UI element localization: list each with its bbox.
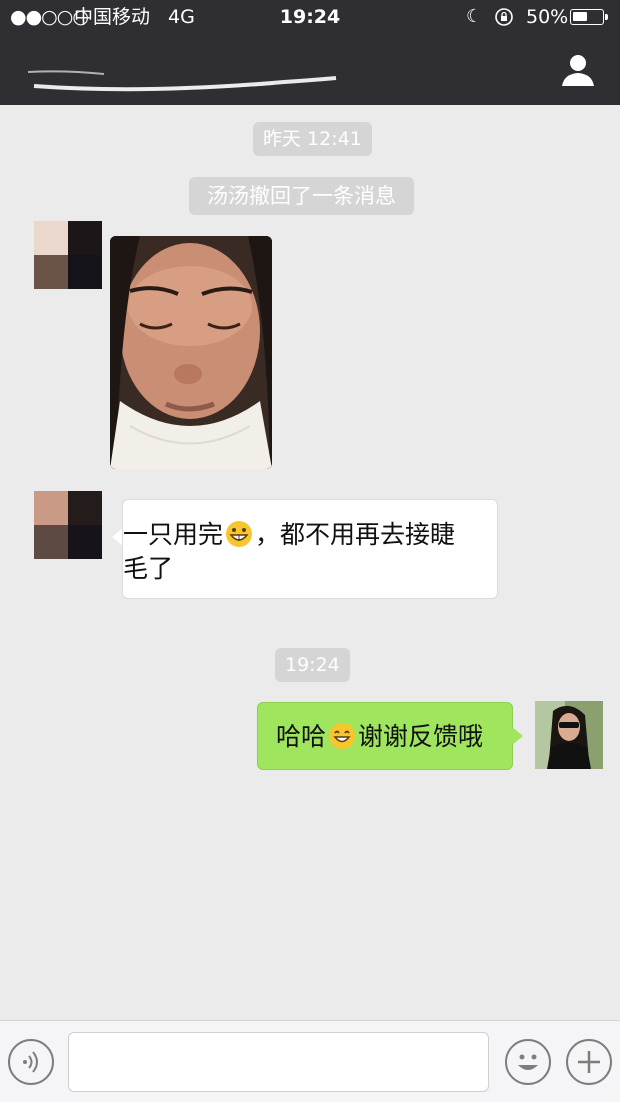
message-text: 哈哈: [276, 722, 327, 751]
self-avatar[interactable]: [535, 701, 603, 769]
recall-notice: 汤汤撤回了一条消息: [189, 177, 414, 215]
chat-screen: ●●○○○ 中国移动 4G 19:24 ☾ 50% 昨天 12:41 汤汤撤回了…: [0, 0, 620, 1102]
incoming-text-message[interactable]: 一只用完 ，都不用再去接睫 毛了: [122, 499, 498, 599]
battery-percent: 50%: [526, 6, 569, 28]
message-text: 一只用完: [123, 520, 224, 549]
chat-area[interactable]: 昨天 12:41 汤汤撤回了一条消息 一只用完 ，都不用再去接睫 毛了 19:2…: [0, 105, 620, 1020]
battery-nub: [605, 14, 608, 20]
battery-icon: [570, 9, 604, 25]
image-message[interactable]: [110, 236, 272, 469]
battery-fill: [573, 12, 587, 21]
contact-avatar[interactable]: [34, 491, 102, 559]
voice-icon: [23, 1051, 38, 1073]
message-text: 毛了: [123, 554, 174, 583]
plus-button[interactable]: [566, 1039, 612, 1085]
timestamp: 19:24: [275, 648, 350, 682]
grinning-emoji-icon: [226, 521, 253, 547]
message-text: 谢谢反馈哦: [358, 722, 484, 751]
portrait-photo: [110, 236, 272, 469]
timestamp: 昨天 12:41: [253, 122, 372, 156]
emoji-button[interactable]: [505, 1039, 551, 1085]
voice-button[interactable]: [8, 1039, 54, 1085]
person-icon[interactable]: [558, 50, 598, 90]
plus-icon: [578, 1051, 600, 1073]
emoji-icon: [518, 1054, 538, 1070]
bubble-tail: [512, 727, 523, 745]
status-bar: ●●○○○ 中国移动 4G 19:24 ☾ 50%: [0, 0, 620, 34]
top-bar: ●●○○○ 中国移动 4G 19:24 ☾ 50%: [0, 0, 620, 105]
input-bar: [0, 1020, 620, 1102]
message-input[interactable]: [68, 1032, 489, 1092]
rotation-lock-icon: [495, 8, 513, 26]
smiling-emoji-icon: [329, 723, 356, 749]
do-not-disturb-icon: ☾: [466, 6, 483, 27]
contact-name-redacted: [27, 70, 337, 92]
contact-avatar[interactable]: [34, 221, 102, 289]
self-avatar-photo: [535, 701, 603, 769]
outgoing-text-message[interactable]: 哈哈 谢谢反馈哦: [257, 702, 513, 770]
message-text: ，都不用再去接睫: [255, 520, 456, 549]
